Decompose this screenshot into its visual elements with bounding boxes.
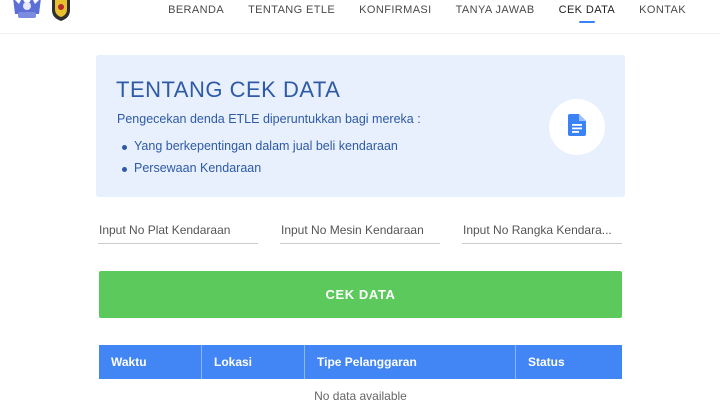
info-description: Pengecekan denda ETLE diperuntukkan bagi…	[117, 112, 421, 126]
column-header-waktu[interactable]: Waktu	[99, 345, 202, 379]
chassis-number-input[interactable]	[462, 212, 622, 244]
nav-tentang-etle[interactable]: TENTANG ETLE	[236, 0, 347, 34]
column-header-lokasi[interactable]: Lokasi	[202, 345, 305, 379]
logo-group[interactable]	[10, 0, 72, 22]
korlantas-logo[interactable]	[10, 0, 44, 22]
info-title: TENTANG CEK DATA	[116, 77, 341, 102]
nav-kontak[interactable]: KONTAK	[627, 0, 698, 34]
main-nav: BERANDA TENTANG ETLE KONFIRMASI TANYA JA…	[156, 0, 698, 34]
engine-number-input[interactable]	[280, 212, 440, 244]
cek-data-button[interactable]: CEK DATA	[99, 271, 622, 318]
nav-konfirmasi[interactable]: KONFIRMASI	[347, 0, 443, 34]
top-header: BERANDA TENTANG ETLE KONFIRMASI TANYA JA…	[0, 0, 720, 34]
nav-tanya-jawab[interactable]: TANYA JAWAB	[444, 0, 547, 34]
plat-number-input[interactable]	[98, 212, 258, 244]
nav-beranda[interactable]: BERANDA	[156, 0, 236, 34]
document-icon-badge	[549, 99, 605, 155]
polri-logo[interactable]	[50, 0, 72, 22]
column-header-tipe-pelanggaran[interactable]: Tipe Pelanggaran	[305, 345, 516, 379]
list-item: Yang berkepentingan dalam jual beli kend…	[122, 139, 398, 161]
empty-state-text: No data available	[314, 389, 407, 403]
list-item: Persewaan Kendaraan	[122, 161, 398, 183]
table-header: Waktu Lokasi Tipe Pelanggaran Status	[99, 345, 622, 379]
info-list: Yang berkepentingan dalam jual beli kend…	[122, 139, 398, 183]
info-card: TENTANG CEK DATA Pengecekan denda ETLE d…	[96, 55, 625, 197]
search-form	[98, 212, 622, 244]
document-icon	[568, 113, 586, 141]
results-table: Waktu Lokasi Tipe Pelanggaran Status No …	[99, 345, 622, 403]
column-header-status[interactable]: Status	[516, 345, 622, 379]
nav-cek-data[interactable]: CEK DATA	[547, 0, 628, 34]
